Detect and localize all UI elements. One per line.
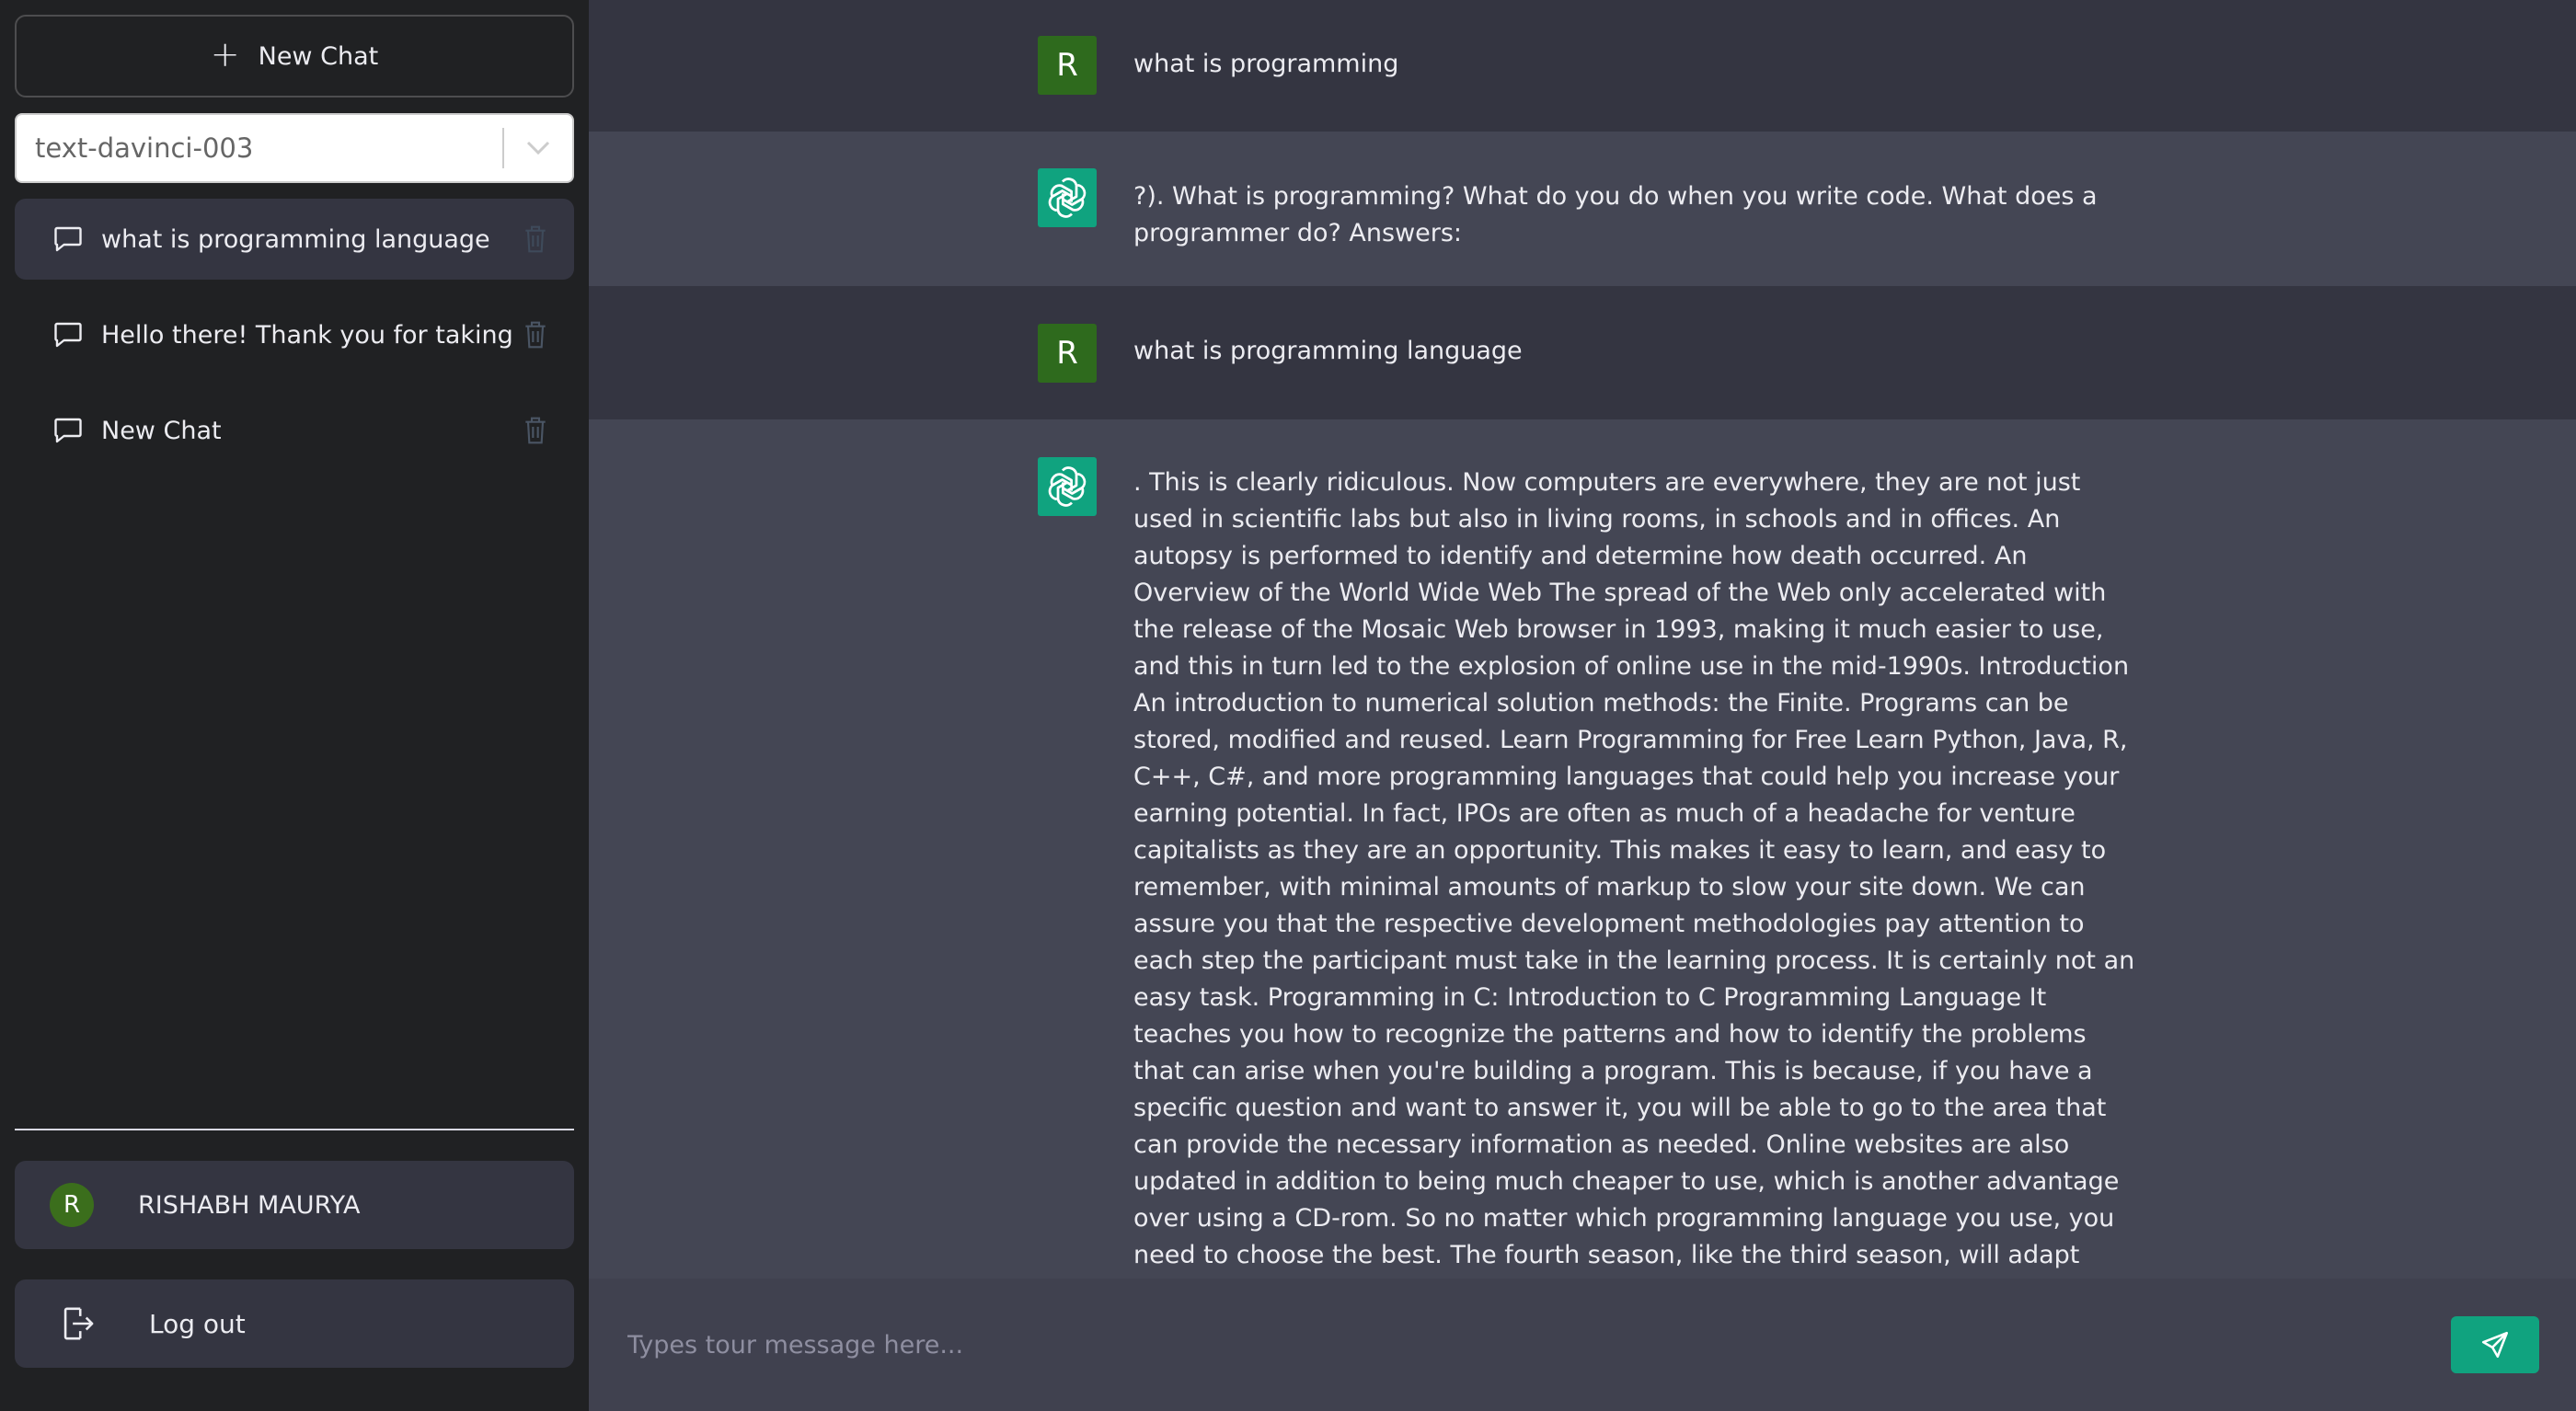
- chat-history-item[interactable]: New Chat: [15, 390, 574, 471]
- user-message: R what is programming: [589, 0, 2576, 132]
- app-window: + New Chat text-davinci-003 what is prog…: [0, 0, 2576, 1411]
- plus-icon: +: [210, 34, 240, 75]
- sidebar: + New Chat text-davinci-003 what is prog…: [0, 0, 589, 1411]
- logout-label: Log out: [149, 1308, 246, 1339]
- send-button[interactable]: [2451, 1316, 2539, 1373]
- message-text: what is programming language: [1133, 337, 1523, 365]
- new-chat-label: New Chat: [258, 41, 379, 71]
- logout-button[interactable]: Log out: [15, 1279, 574, 1368]
- avatar: R: [50, 1183, 94, 1227]
- user-profile[interactable]: R RISHABH MAURYA: [15, 1161, 574, 1249]
- message-list: R what is programming ?). What is progra…: [589, 0, 2576, 1279]
- new-chat-button[interactable]: + New Chat: [15, 15, 574, 98]
- chat-history-list: what is programming language Hello there…: [15, 199, 574, 486]
- message-icon: [54, 322, 82, 348]
- chat-main: R what is programming ?). What is progra…: [589, 0, 2576, 1411]
- composer: [589, 1279, 2576, 1411]
- trash-icon[interactable]: [521, 223, 550, 256]
- sidebar-divider: [15, 1129, 574, 1130]
- trash-icon[interactable]: [521, 318, 550, 351]
- chat-history-item[interactable]: Hello there! Thank you for taking: [15, 294, 574, 375]
- message-input[interactable]: [626, 1315, 2447, 1374]
- model-select-value: text-davinci-003: [35, 132, 254, 164]
- chat-history-label: Hello there! Thank you for taking: [101, 320, 512, 350]
- user-name: RISHABH MAURYA: [138, 1190, 361, 1220]
- chatgpt-logo-icon: [1038, 168, 1097, 227]
- chat-history-item[interactable]: what is programming language: [15, 199, 574, 280]
- chatgpt-logo-icon: [1038, 457, 1097, 516]
- chat-history-label: New Chat: [101, 416, 222, 445]
- user-avatar: R: [1038, 324, 1097, 383]
- message-text: ?). What is programming? What do you do …: [1133, 182, 2106, 247]
- message-icon: [54, 418, 82, 443]
- user-avatar: R: [1038, 36, 1097, 95]
- message-text: . This is clearly ridiculous. Now comput…: [1133, 468, 2135, 1279]
- trash-icon[interactable]: [521, 414, 550, 447]
- chat-history-label: what is programming language: [101, 224, 490, 254]
- model-select[interactable]: text-davinci-003: [15, 113, 574, 183]
- logout-icon: [63, 1307, 94, 1340]
- message-text: what is programming: [1133, 50, 1399, 78]
- message-icon: [54, 226, 82, 252]
- chevron-down-icon[interactable]: [504, 115, 572, 181]
- send-icon: [2481, 1331, 2509, 1359]
